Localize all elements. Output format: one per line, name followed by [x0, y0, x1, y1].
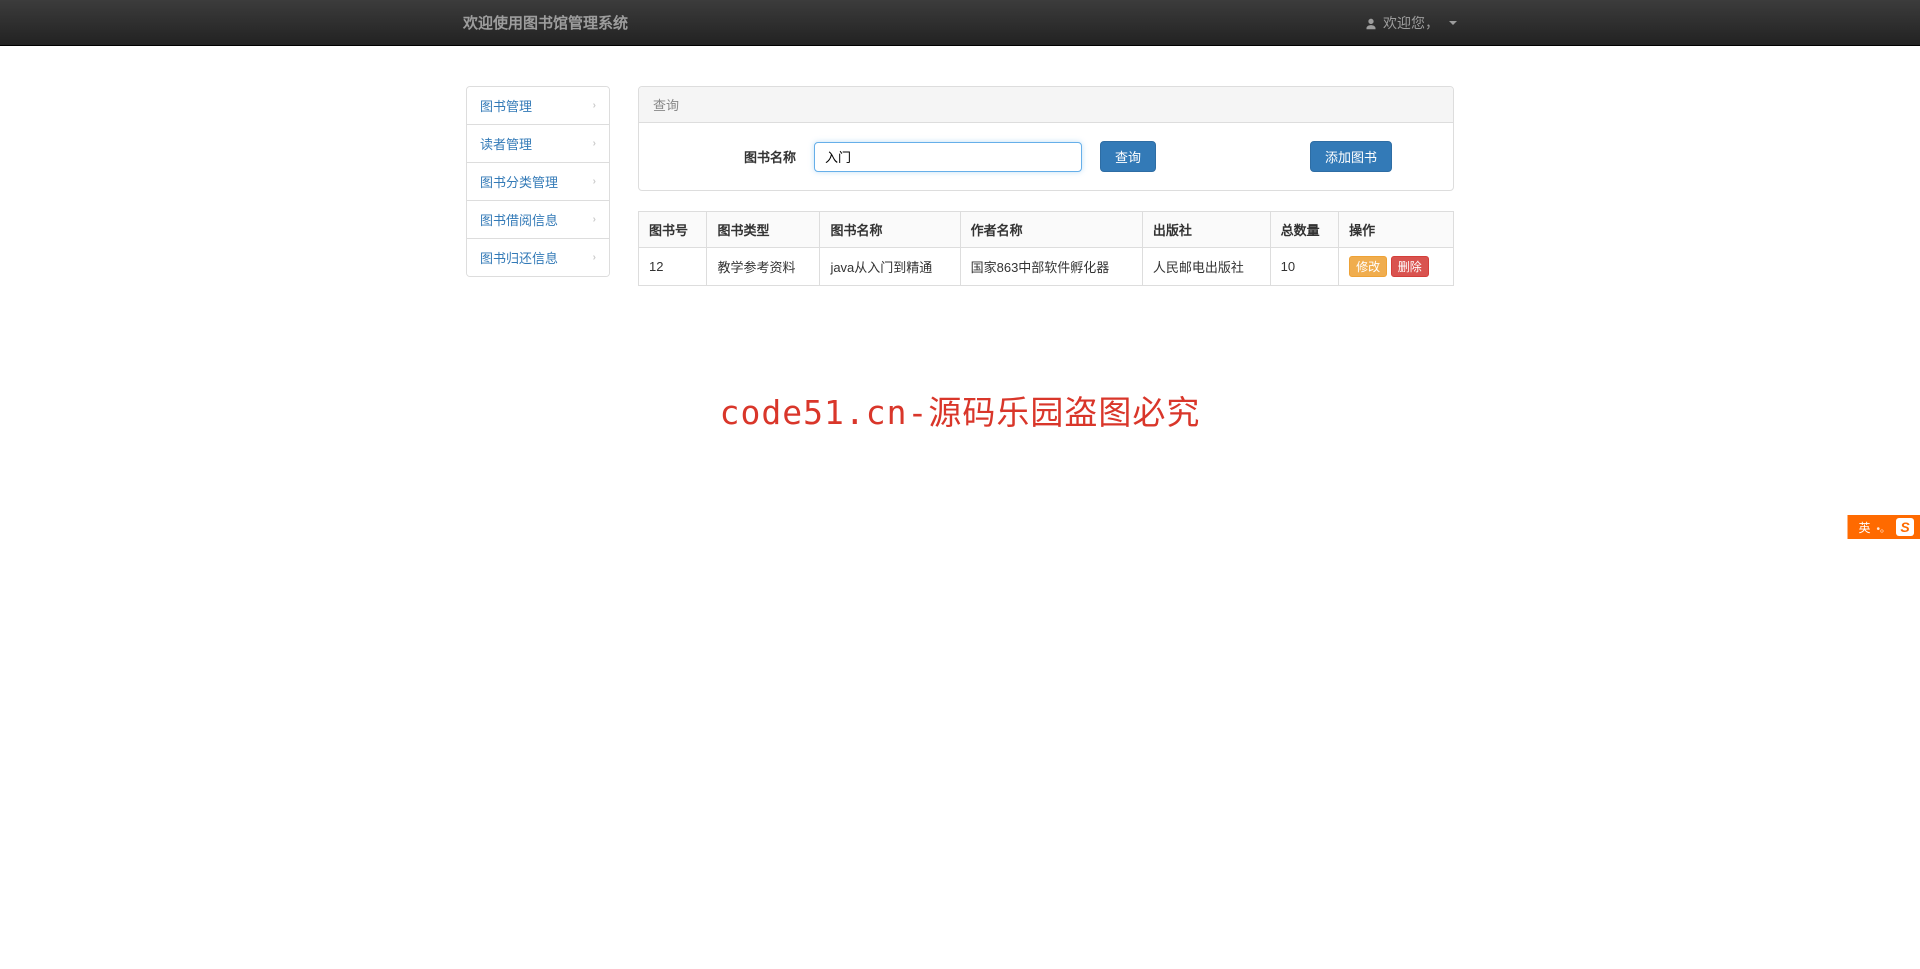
welcome-text: 欢迎您， — [1383, 13, 1439, 33]
delete-button[interactable]: 删除 — [1391, 256, 1429, 277]
sidebar-item-label: 图书借阅信息 — [480, 210, 558, 229]
col-ops: 操作 — [1339, 212, 1454, 248]
col-name: 图书名称 — [820, 212, 960, 248]
cell-id: 12 — [639, 248, 707, 286]
ime-punct: •。 — [1876, 520, 1890, 535]
books-table: 图书号 图书类型 图书名称 作者名称 出版社 总数量 操作 12 教学参考资料 … — [638, 211, 1454, 286]
search-field-label: 图书名称 — [654, 147, 796, 166]
ime-brand-icon: S — [1896, 518, 1914, 536]
chevron-down-icon — [1449, 21, 1457, 25]
sidebar-item-label: 图书归还信息 — [480, 248, 558, 267]
add-book-button[interactable]: 添加图书 — [1310, 141, 1392, 172]
sidebar-item-label: 图书管理 — [480, 96, 532, 115]
table-header-row: 图书号 图书类型 图书名称 作者名称 出版社 总数量 操作 — [639, 212, 1454, 248]
cell-name: java从入门到精通 — [820, 248, 960, 286]
edit-button[interactable]: 修改 — [1349, 256, 1387, 277]
sidebar-item-categories[interactable]: 图书分类管理 › — [467, 163, 609, 201]
chevron-right-icon: › — [593, 100, 596, 111]
cell-publisher: 人民邮电出版社 — [1142, 248, 1270, 286]
chevron-right-icon: › — [593, 214, 596, 225]
ime-lang: 英 — [1858, 519, 1870, 536]
app-title: 欢迎使用图书馆管理系统 — [463, 15, 628, 32]
sidebar: 图书管理 › 读者管理 › 图书分类管理 › 图书借阅信息 › 图书归还信息 › — [466, 86, 610, 277]
main-content: 查询 图书名称 查询 添加图书 图书号 图书类型 图书名称 作者名称 出版社 — [638, 86, 1454, 286]
col-total: 总数量 — [1270, 212, 1338, 248]
chevron-right-icon: › — [593, 252, 596, 263]
user-dropdown[interactable]: 欢迎您， — [1365, 13, 1715, 33]
col-id: 图书号 — [639, 212, 707, 248]
user-icon — [1365, 17, 1377, 29]
ime-indicator[interactable]: 英 •。 S — [1847, 515, 1920, 539]
chevron-right-icon: › — [593, 176, 596, 187]
sidebar-item-books[interactable]: 图书管理 › — [467, 87, 609, 125]
sidebar-item-return[interactable]: 图书归还信息 › — [467, 239, 609, 276]
sidebar-item-label: 图书分类管理 — [480, 172, 558, 191]
col-publisher: 出版社 — [1142, 212, 1270, 248]
panel-title: 查询 — [639, 87, 1453, 123]
cell-author: 国家863中部软件孵化器 — [960, 248, 1142, 286]
col-author: 作者名称 — [960, 212, 1142, 248]
sidebar-item-readers[interactable]: 读者管理 › — [467, 125, 609, 163]
cell-type: 教学参考资料 — [707, 248, 820, 286]
search-panel: 查询 图书名称 查询 添加图书 — [638, 86, 1454, 191]
search-button[interactable]: 查询 — [1100, 141, 1156, 172]
watermark-text: code51.cn-源码乐园盗图必究 — [0, 386, 1920, 434]
col-type: 图书类型 — [707, 212, 820, 248]
top-navbar: 欢迎使用图书馆管理系统 欢迎您， — [0, 0, 1920, 46]
table-row: 12 教学参考资料 java从入门到精通 国家863中部软件孵化器 人民邮电出版… — [639, 248, 1454, 286]
sidebar-item-borrow[interactable]: 图书借阅信息 › — [467, 201, 609, 239]
sidebar-item-label: 读者管理 — [480, 134, 532, 153]
chevron-right-icon: › — [593, 138, 596, 149]
cell-ops: 修改 删除 — [1339, 248, 1454, 286]
cell-total: 10 — [1270, 248, 1338, 286]
book-name-input[interactable] — [814, 142, 1082, 172]
